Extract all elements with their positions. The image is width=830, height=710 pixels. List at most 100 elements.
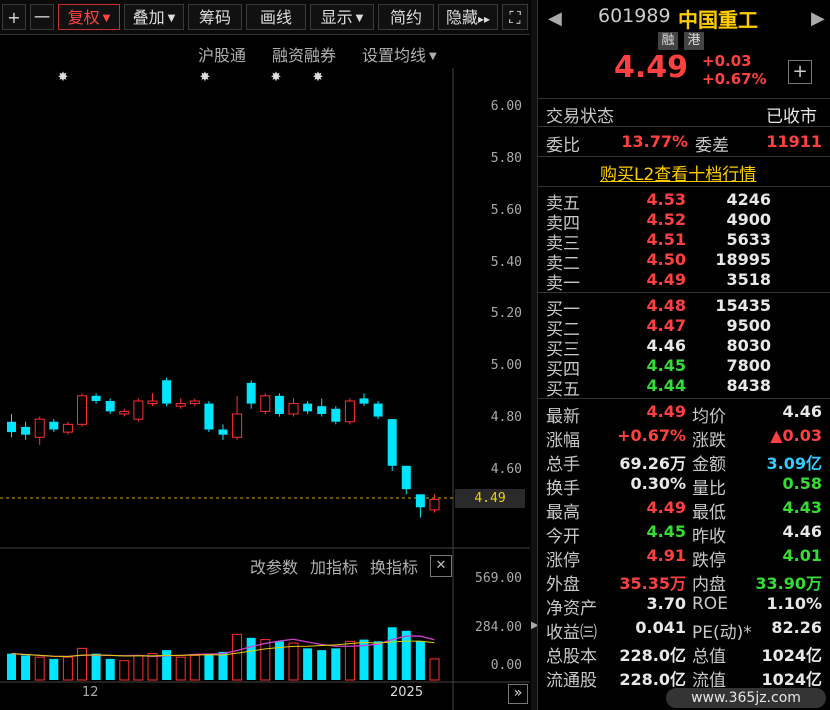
add-indicator-button[interactable]: 加指标 <box>310 554 358 578</box>
weicha-value: 11911 <box>766 132 822 151</box>
candle-body[interactable] <box>189 400 200 405</box>
stats-row: 涨幅 +0.67% 涨跌 ▲0.03 <box>538 425 830 451</box>
orderbook-row[interactable]: 买一 4.48 15435 <box>538 295 830 320</box>
stat-value: 0.30% <box>630 474 686 493</box>
candle-body[interactable] <box>303 403 313 412</box>
kline-svg[interactable]: ✸ ✸ ✸ ✸ <box>0 34 530 710</box>
orderbook-price: 4.53 <box>646 190 686 209</box>
stat-value: 4.43 <box>782 498 822 517</box>
candle-body[interactable] <box>359 398 369 404</box>
stat-label: 均价 <box>692 407 726 427</box>
candle-body[interactable] <box>246 382 256 404</box>
l2-purchase-link[interactable]: 购买L2查看十档行情 <box>600 160 756 185</box>
stock-name: 中国重工 <box>678 8 758 32</box>
candle-body[interactable] <box>62 423 73 433</box>
candle-body[interactable] <box>387 419 397 466</box>
hide-button[interactable]: 隐藏▸▸ <box>438 4 498 30</box>
candle-body[interactable] <box>119 410 130 415</box>
stat-label: 收益㈢ <box>546 623 597 643</box>
scroll-right-icon[interactable]: » <box>508 684 528 704</box>
candle-body[interactable] <box>232 413 243 438</box>
stat-label: 最低 <box>692 503 726 523</box>
simple-button[interactable]: 简约 <box>378 4 434 30</box>
fuquan-button[interactable]: 复权 ▼ <box>58 4 120 30</box>
candle-body[interactable] <box>274 395 284 414</box>
orderbook-row[interactable]: 卖五 4.53 4246 <box>538 189 830 214</box>
stat-label: 涨跌 <box>692 431 726 451</box>
orderbook-row[interactable]: 卖四 4.52 4900 <box>538 209 830 234</box>
volume-bar <box>7 653 16 680</box>
candle-body[interactable] <box>105 400 115 412</box>
candle-body[interactable] <box>77 395 87 425</box>
orderbook-row[interactable]: 买五 4.44 8438 <box>538 375 830 400</box>
divider <box>538 156 830 157</box>
volume-bar <box>232 633 243 681</box>
stat-label: 今开 <box>546 527 580 547</box>
event-star-icon[interactable]: ✸ <box>58 70 69 85</box>
orderbook-row[interactable]: 买四 4.45 7800 <box>538 355 830 380</box>
expand-icon[interactable]: ⛶ <box>502 4 528 30</box>
zoom-in-button[interactable]: + <box>2 4 26 30</box>
candle-body[interactable] <box>373 403 383 417</box>
stock-code: 601989 <box>598 5 671 27</box>
prev-stock-icon[interactable]: ◀ <box>548 8 562 29</box>
stat-label: 换手 <box>546 479 580 499</box>
candle-body[interactable] <box>429 499 440 511</box>
stat-value: 69.26万 <box>619 454 686 473</box>
event-star-icon[interactable]: ✸ <box>271 70 282 85</box>
candle-body[interactable] <box>49 421 59 430</box>
add-watchlist-button[interactable]: + <box>788 60 812 84</box>
candle-body[interactable] <box>401 465 411 490</box>
chart-toolbar: + 一 复权 ▼ 叠加 ▼ 筹码 画线 显示 ▼ 简约 隐藏▸▸ ⛶ <box>0 0 530 35</box>
orderbook-volume: 8438 <box>726 376 771 395</box>
orderbook-price: 4.47 <box>646 316 686 335</box>
caret-down-icon: ▼ <box>167 12 176 24</box>
current-price-tag: 4.49 <box>455 489 525 508</box>
change-params-button[interactable]: 改参数 <box>250 554 298 578</box>
orderbook-volume: 8030 <box>726 336 771 355</box>
orderbook-row[interactable]: 卖三 4.51 5633 <box>538 229 830 254</box>
volume-bar <box>62 656 73 681</box>
price-tick-label: 4.80 <box>490 410 522 425</box>
switch-indicator-button[interactable]: 换指标 <box>370 554 418 578</box>
stat-value: 3.09亿 <box>766 454 822 473</box>
candle-body[interactable] <box>288 403 299 415</box>
orderbook-row[interactable]: 买二 4.47 9500 <box>538 315 830 340</box>
next-stock-icon[interactable]: ▶ <box>811 8 825 29</box>
stats-row: 总股本 228.0亿 总值 1024亿 <box>538 641 830 667</box>
volume-bar <box>401 630 411 680</box>
orderbook-row[interactable]: 卖二 4.50 18995 <box>538 249 830 274</box>
stats-row: 总手 69.26万 金额 3.09亿 <box>538 449 830 475</box>
zoom-out-button[interactable]: 一 <box>30 4 54 30</box>
draw-line-button[interactable]: 画线 <box>246 4 306 30</box>
candle-body[interactable] <box>34 418 45 438</box>
candle-body[interactable] <box>317 406 327 414</box>
candle-body[interactable] <box>415 494 425 508</box>
close-icon[interactable]: ✕ <box>430 555 452 577</box>
event-star-icon[interactable]: ✸ <box>313 70 324 85</box>
stat-value: 33.90万 <box>755 574 822 593</box>
candle-body[interactable] <box>218 429 228 435</box>
stat-value: +0.67% <box>617 426 686 445</box>
candle-body[interactable] <box>147 400 158 405</box>
candle-body[interactable] <box>204 403 214 430</box>
display-button[interactable]: 显示 ▼ <box>310 4 374 30</box>
candle-body[interactable] <box>133 400 144 420</box>
chips-button[interactable]: 筹码 <box>188 4 242 30</box>
fuquan-label: 复权 <box>67 8 100 27</box>
candle-body[interactable] <box>260 395 271 412</box>
divider <box>538 398 830 399</box>
candle-body[interactable] <box>331 408 341 422</box>
stat-label: 流通股 <box>546 671 597 691</box>
overlay-button[interactable]: 叠加 ▼ <box>124 4 184 30</box>
candle-body[interactable] <box>162 380 172 404</box>
candle-body[interactable] <box>344 400 355 423</box>
candle-body[interactable] <box>175 403 186 407</box>
orderbook-row[interactable]: 买三 4.46 8030 <box>538 335 830 360</box>
candle-body[interactable] <box>91 395 101 401</box>
event-star-icon[interactable]: ✸ <box>200 70 211 85</box>
volume-bar <box>331 648 341 680</box>
candle-body[interactable] <box>7 421 16 433</box>
candle-body[interactable] <box>21 426 31 435</box>
orderbook-row[interactable]: 卖一 4.49 3518 <box>538 269 830 294</box>
